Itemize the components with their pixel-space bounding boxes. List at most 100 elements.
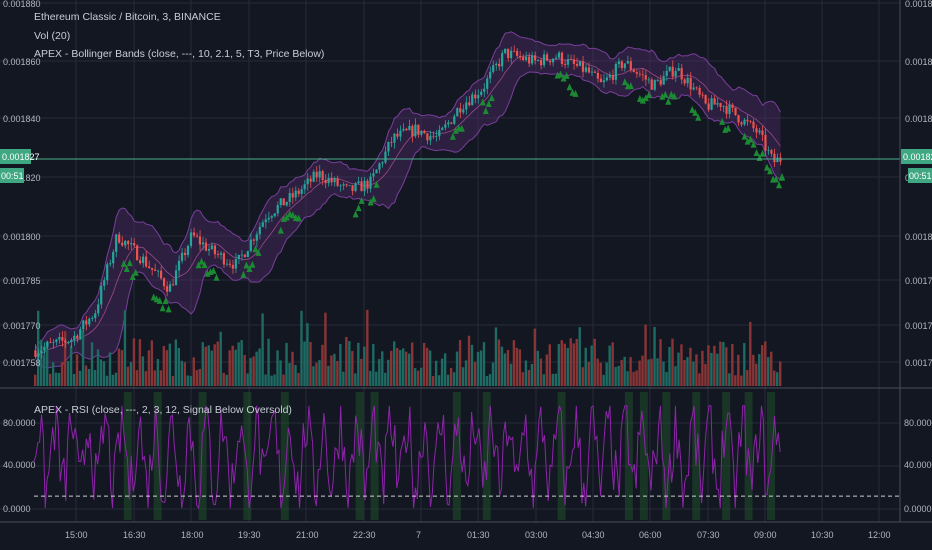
candle-body [704, 95, 707, 104]
bollinger-legend[interactable]: APEX - Bollinger Bands (close, ---, 10, … [34, 48, 324, 61]
candle-body [237, 254, 240, 260]
candle-body [183, 252, 187, 256]
price-tick-left: 0.001880 [3, 0, 41, 9]
volume-bar [434, 360, 438, 386]
rsi-legend[interactable]: APEX - RSI (close, ---, 2, 3, 12, Signal… [34, 404, 292, 417]
candle-body [204, 242, 208, 251]
volume-bar [144, 371, 148, 386]
buy-signal-arrow [753, 148, 760, 156]
candle-body [273, 213, 276, 217]
candle-body [234, 259, 237, 269]
price-tick: 0.001840 [905, 114, 932, 124]
buy-signal-arrow [566, 83, 573, 91]
time-axis[interactable]: 15:00 16:30 18:00 19:30 21:00 22:30 7 01… [65, 530, 891, 540]
volume-bar [455, 351, 459, 386]
candle-body [351, 185, 354, 192]
candle-body [779, 157, 782, 162]
volume-bar [267, 338, 270, 386]
chart-root[interactable]: 0.001880 0.001860 0.001840 0.001820 0.00… [0, 0, 932, 550]
candle-body [168, 284, 172, 292]
symbol-title[interactable]: Ethereum Classic / Bitcoin, 3, BINANCE [34, 11, 221, 24]
volume-bar [482, 342, 486, 386]
rsi-signal-zone [624, 392, 633, 520]
volume-bar [270, 375, 273, 386]
volume-bar [413, 368, 417, 386]
volume-bar [644, 324, 647, 386]
volume-bar [330, 355, 333, 386]
volume-bar [647, 359, 650, 386]
candle-body [366, 180, 369, 189]
candle-body [513, 50, 516, 52]
candle-body [504, 48, 507, 53]
candle-body [420, 131, 423, 135]
candle-body [354, 183, 357, 192]
candle-body [516, 50, 519, 56]
volume-bar [42, 355, 46, 386]
volume-legend[interactable]: Vol (20) [34, 30, 70, 43]
candle-body [414, 124, 417, 137]
volume-bar [48, 373, 52, 386]
price-tick-left: 0.001785 [3, 276, 41, 286]
candle-body [82, 320, 85, 330]
volume-bar [90, 342, 94, 386]
candle-body [109, 263, 112, 265]
volume-bar [419, 367, 423, 386]
volume-bar [425, 347, 429, 386]
volume-bar [605, 362, 608, 386]
volume-bar [698, 373, 701, 386]
candle-body [85, 320, 88, 325]
volume-bar [357, 342, 360, 386]
candle-body [471, 94, 474, 106]
candle-body [198, 236, 202, 245]
volume-bar [542, 374, 546, 386]
candle-body [680, 68, 683, 80]
candle-body [629, 61, 632, 70]
candle-body [231, 264, 234, 269]
candle-body [243, 254, 246, 258]
volume-bar [608, 345, 611, 386]
volume-bar [207, 345, 210, 386]
volume-bar [641, 355, 644, 386]
candle-body [527, 56, 531, 64]
candle-body [97, 304, 100, 314]
candle-body [201, 242, 205, 245]
volume-bar [156, 359, 160, 386]
volume-bar [578, 327, 581, 386]
candle-body [617, 61, 620, 65]
volume-bar [659, 339, 662, 386]
candle-body [605, 77, 608, 81]
time-tick: 21:00 [296, 530, 319, 540]
candle-body [139, 260, 142, 264]
rsi-signal-zone [452, 392, 461, 520]
volume-bar [138, 339, 142, 386]
rsi-signal-zone [767, 392, 776, 520]
volume-bar [255, 351, 258, 386]
candle-body [207, 248, 211, 251]
volume-bar [437, 375, 441, 386]
volume-bar [171, 375, 175, 386]
volume-bar [189, 375, 192, 386]
volume-bar [719, 341, 722, 386]
candle-body [396, 133, 399, 137]
candle-body [677, 68, 680, 72]
volume-bar [315, 362, 318, 386]
volume-bar [740, 375, 743, 386]
candle-body [563, 63, 567, 65]
candle-body [91, 318, 94, 319]
volume-bar [590, 345, 593, 386]
price-axis[interactable]: 0.001880 0.001860 0.001840 0.001820 0.00… [905, 0, 932, 368]
volume-bar [222, 372, 225, 386]
volume-bar [734, 375, 737, 386]
candle-body [136, 245, 139, 261]
volume-bar [390, 350, 393, 386]
candle-body [495, 63, 498, 66]
candle-body [261, 222, 264, 227]
volume-bar [503, 353, 507, 386]
volume-bar [746, 370, 749, 386]
chart-canvas[interactable]: 0.001880 0.001860 0.001840 0.001820 0.00… [0, 0, 932, 550]
candle-body [644, 75, 647, 80]
volume-bar [422, 342, 426, 386]
volume-bar [479, 350, 483, 386]
candle-body [441, 127, 444, 130]
volume-bar [228, 350, 231, 386]
